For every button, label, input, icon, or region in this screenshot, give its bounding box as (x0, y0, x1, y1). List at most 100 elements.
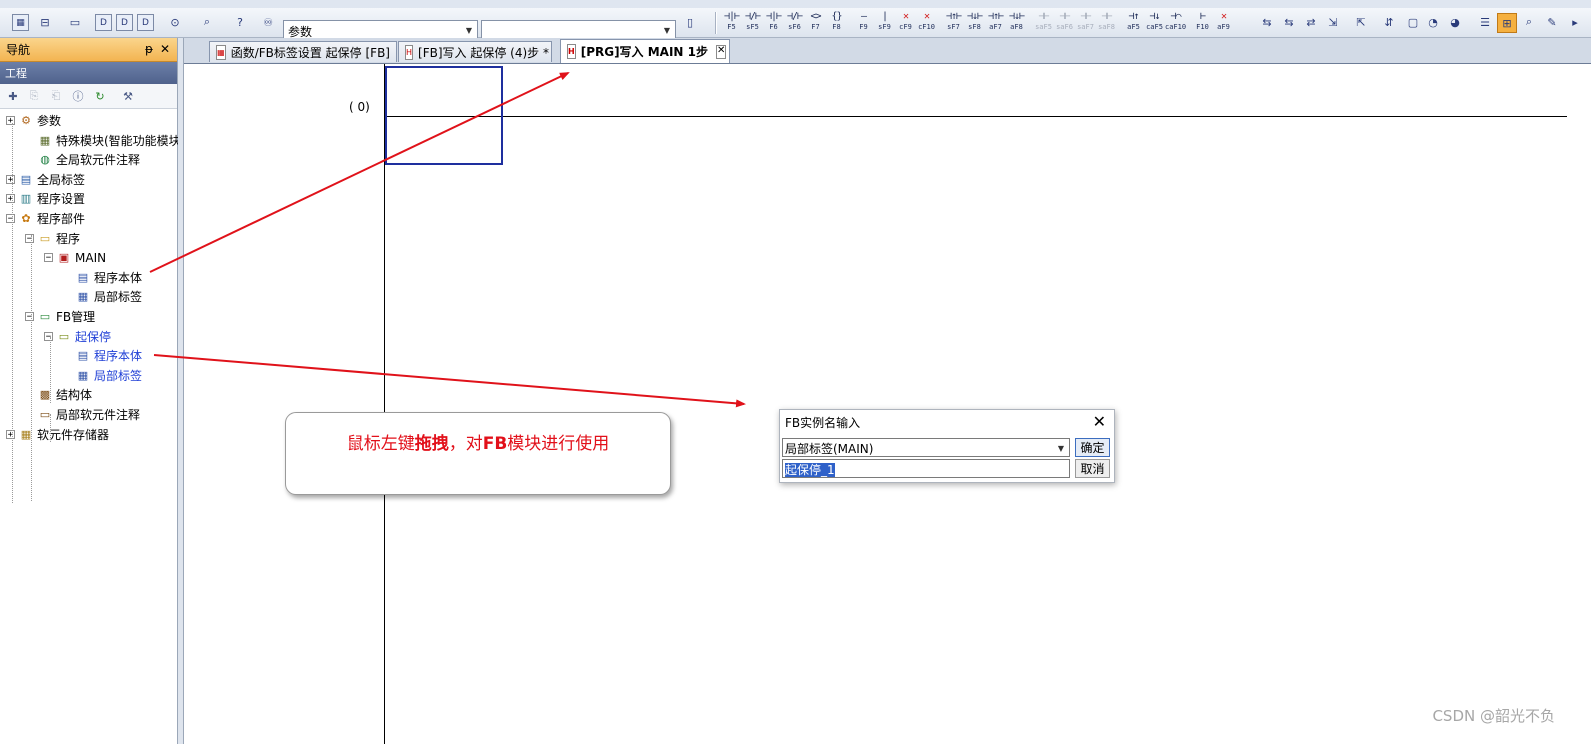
tree-item[interactable]: + ⚙ 参数 (6, 111, 61, 130)
ladder-tool-button[interactable]: ⊣↓ caF5 (1144, 12, 1165, 34)
chevron-down-icon: ▼ (663, 25, 671, 35)
ladder-tool-button[interactable]: ⊣↑⊢ sF7 (943, 12, 964, 34)
tree-item[interactable]: ▦ 局部标签 (63, 287, 142, 306)
tab-fb-write[interactable]: H [FB]写入 起保停 (4)步 * (398, 41, 552, 62)
binoculars-icon[interactable]: ♾ (259, 13, 277, 31)
pin-icon[interactable]: ᵽ (145, 42, 153, 56)
ladder-tool-button[interactable]: ✕ cF10 (916, 12, 937, 34)
ladder-tool-button[interactable]: ⊣↑⊢ aF7 (985, 12, 1006, 34)
collapse-icon[interactable]: − (44, 253, 53, 263)
tree-item[interactable]: − ▭ FB管理 (25, 307, 95, 326)
tree-item[interactable]: − ▭ 程序 (25, 229, 80, 248)
expand-icon[interactable]: + (6, 429, 15, 439)
help-icon[interactable]: ? (231, 13, 249, 31)
instance-name-input[interactable]: 起保停_1 (782, 459, 1070, 478)
label-scope-select[interactable]: 局部标签(MAIN) ▼ (782, 438, 1070, 457)
tree-item[interactable]: + ▤ 全局标签 (6, 170, 85, 189)
refresh-icon[interactable]: ↻ (93, 89, 107, 103)
tree-item[interactable]: ▦ 局部标签 (63, 366, 142, 385)
more-icon[interactable]: ▸ (1566, 13, 1584, 31)
ladder-active-icon[interactable]: ⊞ (1497, 13, 1517, 33)
convert-all-icon[interactable]: ⇆ (1280, 13, 1298, 31)
tree-item[interactable]: − ▭ 起保停 (44, 327, 111, 346)
ladder-tool-button[interactable]: ⊢ F10 (1192, 12, 1213, 34)
copy-icon[interactable]: ⎘ (27, 89, 41, 103)
ladder-tool-button[interactable]: ⊣⌒ caF10 (1165, 12, 1186, 34)
device-batch-icon[interactable]: D (116, 14, 133, 31)
ladder-tool-button[interactable]: — F9 (853, 12, 874, 34)
close-icon[interactable]: ✕ (160, 42, 170, 56)
collapse-icon[interactable]: − (25, 233, 34, 243)
tree-item[interactable]: − ✿ 程序部件 (6, 209, 85, 228)
edit-icon[interactable]: ✎ (1543, 13, 1561, 31)
find-icon[interactable]: ⌕ (1520, 13, 1538, 31)
online-icon[interactable]: ⇄ (1302, 13, 1320, 31)
tree-item[interactable]: ▦ 特殊模块(智能功能模块) (25, 131, 186, 150)
ladder-tool-button[interactable]: ⊣⊢ saF7 (1075, 12, 1096, 34)
ladder-symbol-icon: ⊣⊢ (1059, 11, 1070, 22)
tree-item[interactable]: ◍ 全局软元件注释 (25, 150, 140, 169)
collapse-icon[interactable]: − (44, 331, 53, 341)
tree-item[interactable]: ▤ 程序本体 (63, 268, 142, 287)
tree-item[interactable]: − ▣ MAIN (44, 248, 106, 267)
ladder-tool-button[interactable]: ⊣↓⊢ aF8 (1006, 12, 1027, 34)
tree-item[interactable]: ▤ 程序本体 (63, 346, 142, 365)
new-item-icon[interactable]: ✚ (6, 89, 20, 103)
paste-icon[interactable]: ⎗ (49, 89, 63, 103)
ladder-tool-button[interactable]: ⊣↓⊢ sF8 (964, 12, 985, 34)
chevron-down-icon: ▼ (465, 25, 473, 35)
ladder-tool-button[interactable]: ⊣⊢ saF8 (1096, 12, 1117, 34)
cancel-button[interactable]: 取消 (1075, 459, 1110, 478)
read-plc-icon[interactable]: ⇱ (1352, 13, 1370, 31)
monitor-icon[interactable]: ▢ (1404, 13, 1422, 31)
document-icon[interactable]: ▯ (681, 13, 699, 31)
parameter-combo[interactable]: 参数 ▼ (283, 20, 478, 40)
ladder-tool-button[interactable]: ⊣/⊢ sF5 (742, 12, 763, 34)
ladder-view-icon[interactable]: ⊟ (36, 13, 54, 31)
ok-button[interactable]: 确定 (1075, 438, 1110, 457)
collapse-icon[interactable]: − (6, 214, 15, 224)
ladder-tool-button[interactable]: ✕ cF9 (895, 12, 916, 34)
properties-icon[interactable]: ⓘ (71, 89, 85, 103)
tree-item[interactable]: + ▦ 软元件存储器 (6, 425, 109, 444)
project-view-icon[interactable]: ▦ (12, 14, 29, 31)
verify-icon[interactable]: ⇵ (1380, 13, 1398, 31)
collapse-icon[interactable]: − (25, 312, 34, 322)
ladder-tool-button[interactable]: ⊣|⊢ F6 (763, 12, 784, 34)
ladder-mode-icon[interactable]: ☰ (1476, 13, 1494, 31)
expand-icon[interactable]: + (6, 174, 15, 184)
expand-icon[interactable]: + (6, 194, 15, 204)
settings-icon[interactable]: ⚒ (121, 89, 135, 103)
monitor-start-icon[interactable]: ◔ (1424, 13, 1442, 31)
ladder-tool-button[interactable]: {} F8 (826, 12, 847, 34)
ladder-tool-button[interactable]: ✕ aF9 (1213, 12, 1234, 34)
ladder-tool-button[interactable]: | sF9 (874, 12, 895, 34)
write-plc-icon[interactable]: ⇲ (1324, 13, 1342, 31)
tab-fb-label-settings[interactable]: ▦ 函数/FB标签设置 起保停 [FB] (209, 41, 397, 62)
tree-node-icon: ▭ (39, 310, 51, 323)
fb-instance-dialog: FB实例名输入 ✕ 局部标签(MAIN) ▼ 起保停_1 确定 取消 (779, 409, 1115, 483)
ladder-tool-button[interactable]: ⊣⊢ saF6 (1054, 12, 1075, 34)
ladder-cursor[interactable] (385, 66, 503, 165)
window-icon[interactable]: ▭ (66, 13, 84, 31)
ladder-tool-button[interactable]: ⊣↑ aF5 (1123, 12, 1144, 34)
tree-item[interactable]: + ▥ 程序设置 (6, 189, 85, 208)
close-icon[interactable]: ✕ (716, 44, 727, 59)
device-monitor-icon[interactable]: ⊙ (166, 13, 184, 31)
device-list-icon[interactable]: D (137, 14, 154, 31)
tree-item[interactable]: ▭ 局部软元件注释 (25, 405, 140, 424)
secondary-combo[interactable]: ▼ (481, 20, 676, 40)
tree-item[interactable]: ▩ 结构体 (25, 385, 92, 404)
ladder-tool-button[interactable]: <> F7 (805, 12, 826, 34)
ladder-tool-button[interactable]: ⊣/⊢ sF6 (784, 12, 805, 34)
ladder-tool-button[interactable]: ⊣⊢ saF5 (1033, 12, 1054, 34)
ladder-editor[interactable] (184, 64, 1591, 744)
device-icon[interactable]: D (95, 14, 112, 31)
monitor-stop-icon[interactable]: ◕ (1446, 13, 1464, 31)
expand-icon[interactable]: + (6, 116, 15, 126)
close-icon[interactable]: ✕ (1093, 412, 1106, 431)
search-device-icon[interactable]: ⌕ (198, 13, 216, 31)
tab-prg-write-main[interactable]: H [PRG]写入 MAIN 1步 ✕ (560, 39, 730, 63)
ladder-tool-button[interactable]: ⊣|⊢ F5 (721, 12, 742, 34)
convert-icon[interactable]: ⇆ (1258, 13, 1276, 31)
